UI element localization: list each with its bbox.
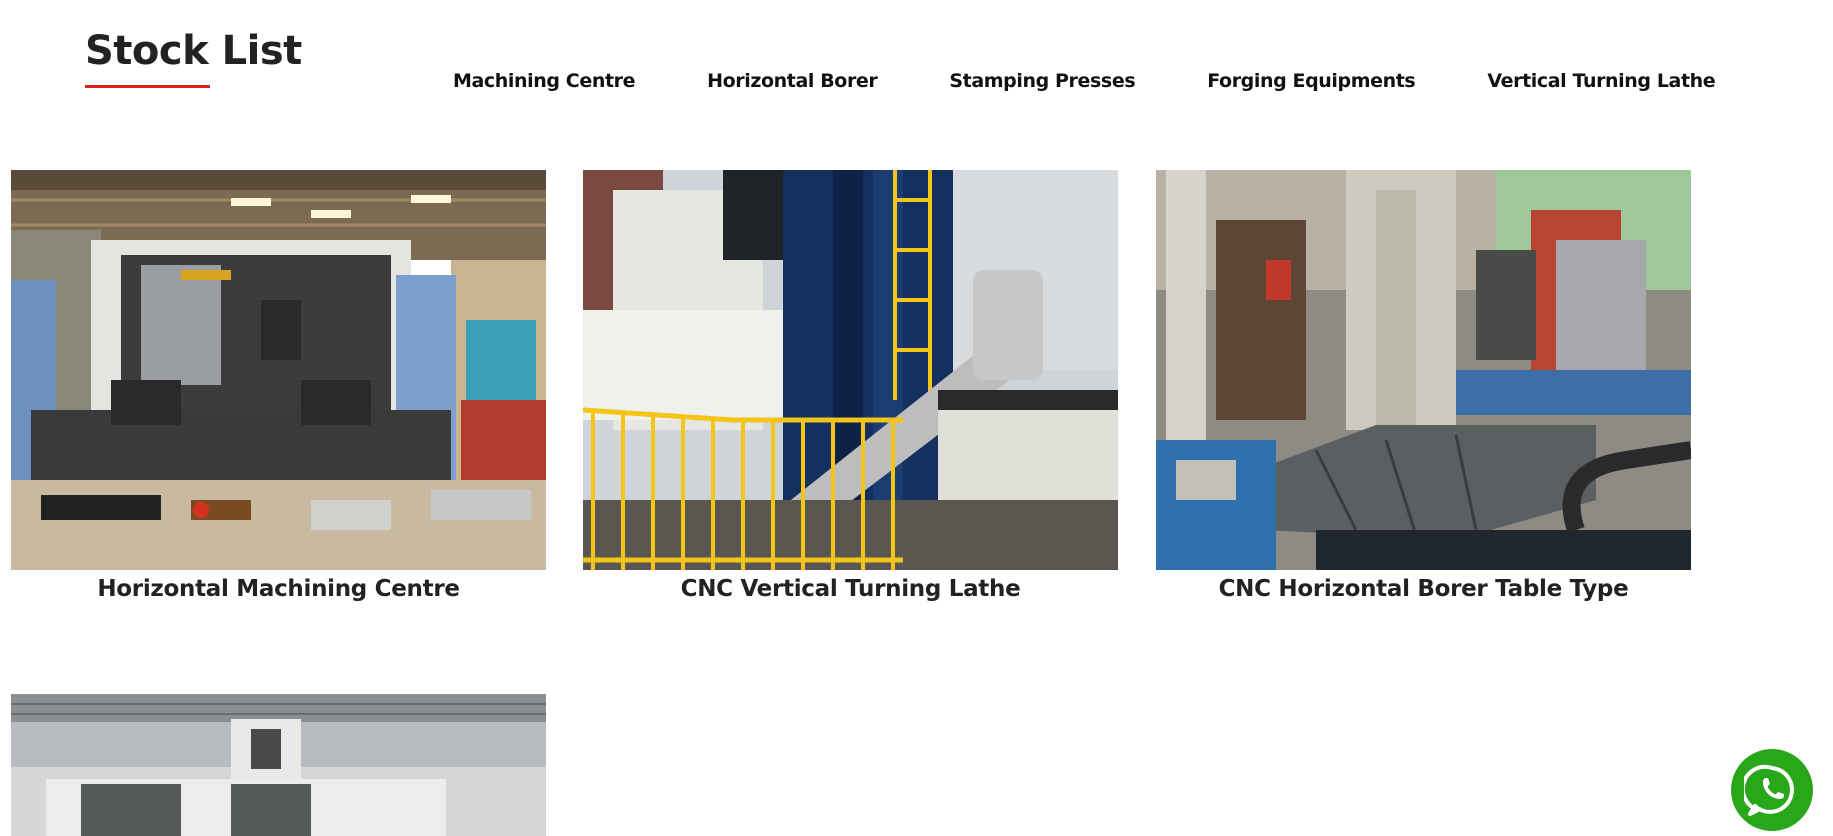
whatsapp-button[interactable] [1731, 749, 1813, 831]
tab-stamping-presses[interactable]: Stamping Presses [949, 70, 1135, 92]
page-title: Stock List [85, 28, 302, 74]
product-card[interactable]: CNC Vertical Turning Lathe [583, 170, 1118, 602]
tab-forging-equipments[interactable]: Forging Equipments [1207, 70, 1416, 92]
product-image[interactable] [583, 170, 1118, 570]
product-card[interactable]: Horizontal Machining Centre [11, 170, 546, 602]
product-image[interactable] [11, 170, 546, 570]
product-card[interactable] [11, 694, 546, 836]
tab-vertical-turning-lathe[interactable]: Vertical Turning Lathe [1487, 70, 1715, 92]
stock-list-page: Stock List Machining Centre Horizontal B… [0, 0, 1833, 836]
product-title[interactable]: CNC Horizontal Borer Table Type [1156, 576, 1691, 602]
product-title[interactable]: Horizontal Machining Centre [11, 576, 546, 602]
product-image[interactable] [11, 694, 546, 836]
product-card[interactable]: CNC Horizontal Borer Table Type [1156, 170, 1691, 602]
product-title[interactable]: CNC Vertical Turning Lathe [583, 576, 1118, 602]
category-tabs: Machining Centre Horizontal Borer Stampi… [453, 70, 1716, 92]
tab-horizontal-borer[interactable]: Horizontal Borer [707, 70, 878, 92]
product-image[interactable] [1156, 170, 1691, 570]
title-underline [85, 85, 210, 88]
whatsapp-icon [1744, 762, 1800, 818]
tab-machining-centre[interactable]: Machining Centre [453, 70, 636, 92]
